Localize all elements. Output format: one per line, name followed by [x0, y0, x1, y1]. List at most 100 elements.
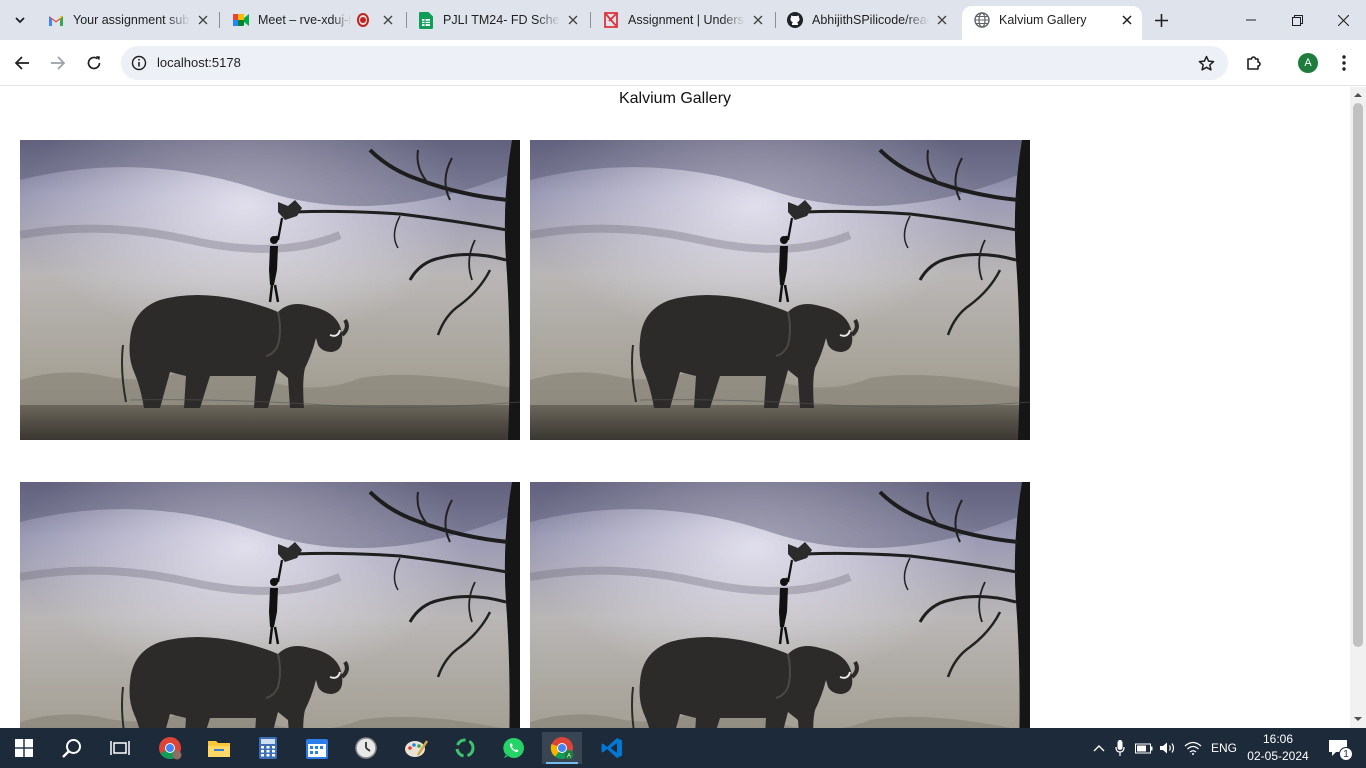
menu-button[interactable]	[1330, 49, 1358, 77]
refresh-app-icon	[455, 738, 475, 758]
file-explorer-icon	[208, 741, 230, 757]
microphone-icon[interactable]	[1108, 740, 1132, 756]
calculator-icon	[259, 737, 277, 759]
taskbar-paint[interactable]	[396, 732, 436, 764]
github-icon	[787, 12, 803, 28]
scroll-thumb[interactable]	[1353, 103, 1363, 647]
notification-count: 1	[1339, 747, 1353, 761]
taskbar-calendar[interactable]	[297, 732, 337, 764]
gallery-image	[530, 140, 1030, 440]
reload-button[interactable]	[80, 49, 108, 77]
browser-toolbar: localhost:5178	[0, 40, 1366, 86]
battery-icon[interactable]	[1132, 742, 1156, 754]
taskbar-chrome[interactable]: A	[542, 732, 582, 764]
extensions-button[interactable]	[1240, 49, 1268, 77]
start-icon	[15, 739, 33, 757]
windows-taskbar: A ENG 16:06 02-05-2024 1	[0, 728, 1366, 768]
plus-icon	[1154, 13, 1168, 27]
gallery-image	[530, 482, 1030, 728]
vscode-icon	[601, 738, 622, 758]
minimize-button[interactable]	[1228, 0, 1274, 40]
task-view-button[interactable]	[100, 732, 140, 764]
system-tray: ENG	[1090, 728, 1242, 768]
taskbar-calculator[interactable]	[248, 732, 288, 764]
start-button[interactable]	[4, 732, 44, 764]
wifi-icon[interactable]	[1180, 741, 1206, 755]
gallery-image	[20, 482, 520, 728]
taskbar-chrome-profile[interactable]	[150, 732, 190, 764]
close-icon[interactable]	[1118, 11, 1136, 29]
tab-title: Kalvium Gallery	[999, 13, 1087, 27]
vertical-scrollbar[interactable]	[1350, 87, 1366, 728]
site-info-icon[interactable]	[129, 53, 149, 73]
tab-title: PJLI TM24- FD Schedule	[443, 13, 560, 27]
close-icon	[1337, 14, 1349, 26]
forward-button[interactable]	[44, 49, 72, 77]
puzzle-icon	[1247, 56, 1261, 70]
back-button[interactable]	[8, 49, 36, 77]
tab-title: Meet – rve-xduj-bqe	[258, 13, 351, 27]
close-icon[interactable]	[933, 11, 951, 29]
taskbar-refresh-app[interactable]	[445, 732, 485, 764]
minimize-icon	[1246, 19, 1256, 21]
tab-gmail[interactable]: Your assignment subm	[36, 6, 218, 34]
restore-icon	[1291, 14, 1303, 26]
clock-app-icon	[355, 737, 377, 759]
tab-meet[interactable]: Meet – rve-xduj-bqe	[221, 6, 403, 34]
new-tab-button[interactable]	[1148, 8, 1174, 32]
window-close-button[interactable]	[1320, 0, 1366, 40]
chevron-up-icon[interactable]	[1090, 744, 1108, 752]
gallery-image	[20, 140, 520, 440]
chrome-user-icon	[159, 737, 182, 760]
taskbar-clock-app[interactable]	[346, 732, 386, 764]
taskbar-whatsapp[interactable]	[494, 732, 534, 764]
taskbar-file-explorer[interactable]	[199, 732, 239, 764]
profile-avatar[interactable]: A	[1298, 53, 1318, 73]
taskbar-vscode[interactable]	[592, 732, 632, 764]
recording-icon	[356, 13, 369, 27]
arrow-right-icon	[51, 56, 66, 70]
kalvium-icon	[603, 12, 619, 28]
clock-date: 02-05-2024	[1247, 749, 1309, 763]
taskbar-clock[interactable]: 16:06 02-05-2024	[1244, 731, 1312, 765]
scroll-down-arrow-icon[interactable]	[1354, 715, 1362, 723]
globe-icon	[974, 12, 990, 28]
scroll-up-arrow-icon[interactable]	[1354, 91, 1362, 99]
tab-strip: Your assignment subm Meet – rve-xduj-bqe…	[0, 0, 1366, 40]
notification-center-button[interactable]: 1	[1318, 732, 1358, 764]
bookmark-star-icon[interactable]	[1196, 53, 1216, 73]
tab-title: Assignment | Understand	[628, 13, 745, 27]
tab-title: AbhijithSPilicode/react	[812, 13, 929, 27]
gmail-icon	[48, 12, 64, 28]
close-icon[interactable]	[749, 11, 767, 29]
chevron-down-icon	[15, 17, 25, 24]
restore-button[interactable]	[1274, 0, 1320, 40]
tab-kalvium-assignment[interactable]: Assignment | Understand	[591, 6, 773, 34]
clock-time: 16:06	[1262, 732, 1294, 746]
tab-search-button[interactable]	[8, 8, 32, 32]
address-text[interactable]: localhost:5178	[157, 55, 241, 70]
search-icon	[62, 739, 81, 758]
paint-icon	[405, 740, 428, 757]
calendar-icon	[306, 739, 328, 759]
more-vert-icon	[1342, 55, 1346, 71]
tab-sheets[interactable]: PJLI TM24- FD Schedule	[406, 6, 588, 34]
svg-text:A: A	[567, 754, 571, 760]
tab-github[interactable]: AbhijithSPilicode/react	[775, 6, 957, 34]
reload-icon	[87, 56, 101, 70]
google-meet-icon	[233, 12, 249, 28]
tab-title: Your assignment subm	[73, 13, 190, 27]
close-icon[interactable]	[194, 11, 212, 29]
close-icon[interactable]	[379, 11, 397, 29]
volume-icon[interactable]	[1156, 741, 1180, 755]
tab-kalvium-gallery[interactable]: Kalvium Gallery	[962, 6, 1142, 40]
tab-separator	[219, 12, 220, 28]
page-title: Kalvium Gallery	[618, 90, 732, 107]
chrome-icon: A	[550, 737, 574, 760]
page-viewport: Kalvium Gallery	[0, 87, 1350, 728]
whatsapp-icon	[503, 737, 524, 758]
close-icon[interactable]	[564, 11, 582, 29]
address-bar[interactable]: localhost:5178	[121, 46, 1228, 80]
taskbar-search[interactable]	[52, 732, 92, 764]
language-indicator[interactable]: ENG	[1206, 741, 1242, 755]
